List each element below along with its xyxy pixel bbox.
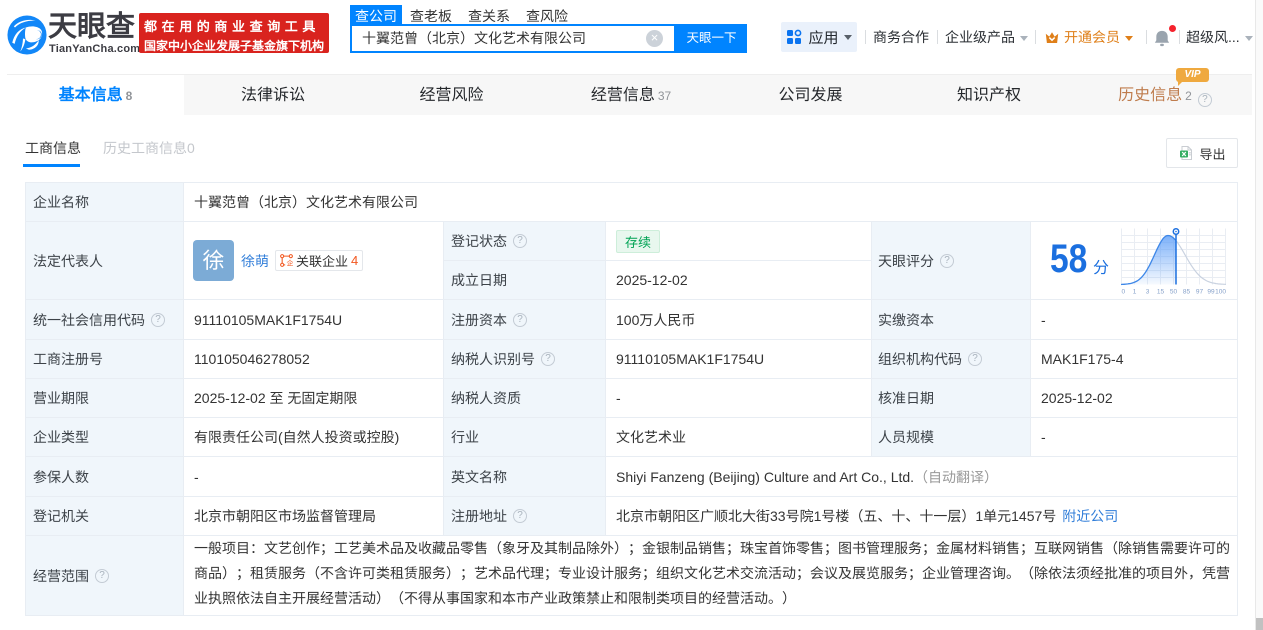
svg-text:50: 50 [1170, 289, 1178, 296]
svg-text:1: 1 [1133, 289, 1137, 296]
svg-text:15: 15 [1157, 289, 1165, 296]
svg-text:99: 99 [1207, 289, 1215, 296]
svg-text:100: 100 [1215, 289, 1226, 296]
svg-text:企: 企 [287, 260, 294, 267]
svg-text:97: 97 [1196, 289, 1204, 296]
svg-text:3: 3 [1146, 289, 1150, 296]
svg-text:85: 85 [1183, 289, 1191, 296]
svg-text:0: 0 [1122, 289, 1126, 296]
